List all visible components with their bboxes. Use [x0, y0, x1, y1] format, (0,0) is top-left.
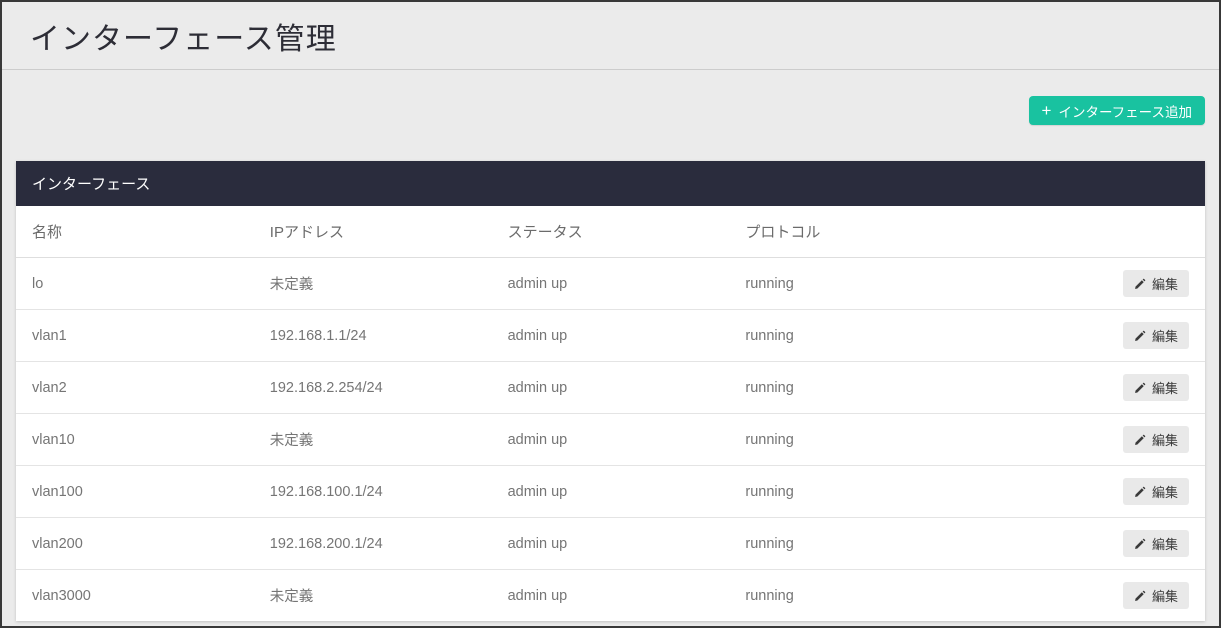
cell-actions: 編集 — [967, 414, 1205, 466]
panel-header: インターフェース — [16, 161, 1205, 206]
add-interface-button-label: インターフェース追加 — [1058, 101, 1192, 121]
cell-protocol: running — [729, 414, 967, 466]
cell-status: admin up — [492, 570, 730, 622]
edit-button-label: 編集 — [1152, 482, 1178, 501]
cell-protocol: running — [729, 310, 967, 362]
cell-status: admin up — [492, 362, 730, 414]
edit-button-label: 編集 — [1152, 586, 1178, 605]
edit-button[interactable]: 編集 — [1123, 426, 1189, 453]
table-row: vlan2 192.168.2.254/24 admin up running … — [16, 362, 1205, 414]
edit-button[interactable]: 編集 — [1123, 322, 1189, 349]
edit-button[interactable]: 編集 — [1123, 374, 1189, 401]
cell-actions: 編集 — [967, 362, 1205, 414]
cell-ip: 未定義 — [254, 570, 492, 622]
table-row: vlan10 未定義 admin up running 編集 — [16, 414, 1205, 466]
cell-status: admin up — [492, 518, 730, 570]
column-header-ip: IPアドレス — [254, 206, 492, 258]
table-row: vlan200 192.168.200.1/24 admin up runnin… — [16, 518, 1205, 570]
cell-actions: 編集 — [967, 310, 1205, 362]
table-row: vlan3000 未定義 admin up running 編集 — [16, 570, 1205, 622]
cell-actions: 編集 — [967, 258, 1205, 310]
edit-button[interactable]: 編集 — [1123, 582, 1189, 609]
cell-protocol: running — [729, 570, 967, 622]
cell-actions: 編集 — [967, 518, 1205, 570]
cell-name: vlan1 — [16, 310, 254, 362]
toolbar: + インターフェース追加 — [2, 70, 1219, 125]
plus-icon: + — [1042, 102, 1052, 119]
cell-actions: 編集 — [967, 570, 1205, 622]
edit-button-label: 編集 — [1152, 534, 1178, 553]
table-row: lo 未定義 admin up running 編集 — [16, 258, 1205, 310]
column-header-protocol: プロトコル — [729, 206, 967, 258]
table-row: vlan1 192.168.1.1/24 admin up running 編集 — [16, 310, 1205, 362]
column-header-name: 名称 — [16, 206, 254, 258]
edit-button-label: 編集 — [1152, 378, 1178, 397]
cell-protocol: running — [729, 362, 967, 414]
cell-name: lo — [16, 258, 254, 310]
edit-button[interactable]: 編集 — [1123, 270, 1189, 297]
cell-ip: 192.168.200.1/24 — [254, 518, 492, 570]
pencil-icon — [1134, 278, 1146, 290]
cell-name: vlan200 — [16, 518, 254, 570]
cell-protocol: running — [729, 258, 967, 310]
cell-name: vlan3000 — [16, 570, 254, 622]
column-header-actions — [967, 206, 1205, 258]
cell-ip: 未定義 — [254, 258, 492, 310]
column-header-status: ステータス — [492, 206, 730, 258]
pencil-icon — [1134, 486, 1146, 498]
add-interface-button[interactable]: + インターフェース追加 — [1029, 96, 1205, 125]
cell-name: vlan10 — [16, 414, 254, 466]
cell-name: vlan2 — [16, 362, 254, 414]
cell-protocol: running — [729, 466, 967, 518]
table-row: vlan100 192.168.100.1/24 admin up runnin… — [16, 466, 1205, 518]
panel-title: インターフェース — [32, 173, 150, 194]
pencil-icon — [1134, 382, 1146, 394]
pencil-icon — [1134, 590, 1146, 602]
page-header: インターフェース管理 — [2, 2, 1219, 70]
cell-name: vlan100 — [16, 466, 254, 518]
edit-button[interactable]: 編集 — [1123, 530, 1189, 557]
edit-button[interactable]: 編集 — [1123, 478, 1189, 505]
cell-ip: 未定義 — [254, 414, 492, 466]
cell-ip: 192.168.1.1/24 — [254, 310, 492, 362]
edit-button-label: 編集 — [1152, 326, 1178, 345]
interface-management-page: { "page": { "title": "インターフェース管理" }, "to… — [0, 0, 1221, 628]
cell-actions: 編集 — [967, 466, 1205, 518]
cell-ip: 192.168.100.1/24 — [254, 466, 492, 518]
cell-protocol: running — [729, 518, 967, 570]
cell-status: admin up — [492, 258, 730, 310]
cell-status: admin up — [492, 466, 730, 518]
table-header-row: 名称 IPアドレス ステータス プロトコル — [16, 206, 1205, 258]
pencil-icon — [1134, 330, 1146, 342]
interfaces-table: 名称 IPアドレス ステータス プロトコル lo 未定義 admin up ru… — [16, 206, 1205, 621]
page-title: インターフェース管理 — [30, 14, 337, 58]
pencil-icon — [1134, 434, 1146, 446]
cell-status: admin up — [492, 414, 730, 466]
edit-button-label: 編集 — [1152, 430, 1178, 449]
cell-ip: 192.168.2.254/24 — [254, 362, 492, 414]
interfaces-panel: インターフェース 名称 IPアドレス ステータス プロトコル lo 未定義 ad… — [16, 161, 1205, 621]
cell-status: admin up — [492, 310, 730, 362]
pencil-icon — [1134, 538, 1146, 550]
edit-button-label: 編集 — [1152, 274, 1178, 293]
